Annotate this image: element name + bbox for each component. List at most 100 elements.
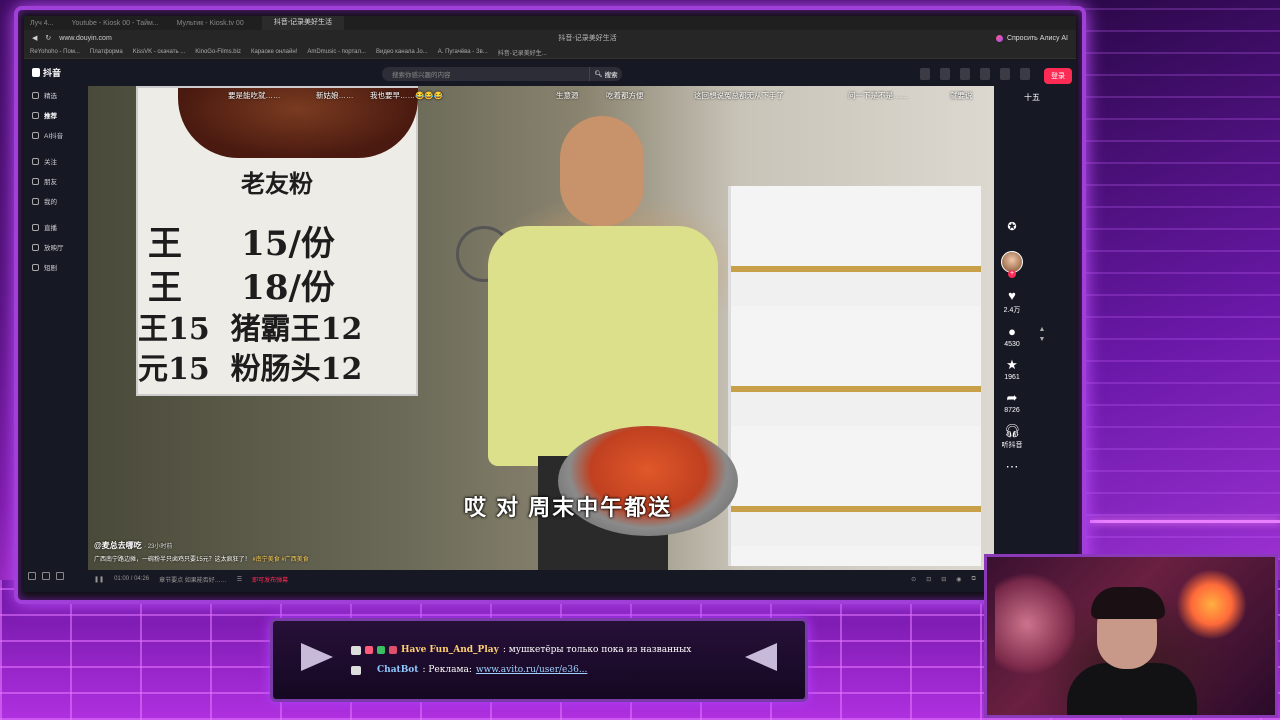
- alice-button[interactable]: Спросить Алису AI: [995, 34, 1068, 42]
- neon-line: [1090, 520, 1280, 523]
- bookmark[interactable]: 抖音-记录美好生...: [498, 48, 547, 57]
- bookmark[interactable]: KinoGo-Films.biz: [195, 49, 241, 55]
- video-author[interactable]: @麦总去哪吃 · 23小时前: [94, 540, 172, 551]
- browser-tab[interactable]: Мультик - Kiosk.tv 00: [177, 20, 244, 27]
- nav-item-follow[interactable]: 关注: [24, 151, 84, 171]
- headphones-icon[interactable]: 🎧︎: [1004, 424, 1021, 438]
- nav-item-shortdrama[interactable]: 短剧: [24, 257, 84, 277]
- url-field[interactable]: www.douyin.com: [59, 35, 179, 42]
- nav-item-mine[interactable]: 我的: [24, 191, 84, 211]
- browser-tab[interactable]: Луч 4...: [30, 20, 54, 27]
- message-icon[interactable]: [1000, 68, 1010, 80]
- bookmark[interactable]: А. Пугачёва - Зв...: [438, 49, 488, 55]
- nav-label: 放映厅: [44, 245, 64, 252]
- author-name[interactable]: @麦总去哪吃: [94, 541, 142, 550]
- autoplay-toggle[interactable]: ⊙: [911, 576, 916, 583]
- speed-button[interactable]: ⊟: [941, 576, 946, 583]
- check-badge-icon: [377, 646, 385, 654]
- share-count: 8726: [1004, 407, 1020, 414]
- search-input[interactable]: 搜索你感兴趣的内容 🔍︎ 搜索: [382, 67, 622, 81]
- hashtag[interactable]: #南宁美食: [252, 557, 279, 563]
- ai-assistant-icon[interactable]: ✪: [1007, 220, 1016, 233]
- nav-item-recommend[interactable]: 推荐: [24, 105, 84, 125]
- nav-label: 直播: [44, 225, 57, 232]
- notification-icon[interactable]: [980, 68, 990, 80]
- heart-badge-icon: [365, 646, 373, 654]
- login-button[interactable]: 登录: [1044, 68, 1072, 84]
- sign-line: 元15 粉肠头12: [138, 352, 363, 387]
- chapter-label[interactable]: 章节要点 如果能否好……: [159, 575, 227, 584]
- browser-tab-active[interactable]: 抖音-记录美好生活: [261, 16, 345, 30]
- fullscreen-icon[interactable]: [42, 572, 50, 580]
- chat-username[interactable]: Have Fun_And_Play: [401, 645, 499, 655]
- douyin-logo[interactable]: 抖音: [24, 60, 84, 85]
- feedback-icon[interactable]: [56, 572, 64, 580]
- client-icon[interactable]: [940, 68, 950, 80]
- chat-link[interactable]: www.avito.ru/user/e36...: [476, 665, 588, 675]
- search-button[interactable]: 🔍︎ 搜索: [589, 67, 622, 81]
- bullet-comment: 我也要早……😂😂😂: [370, 91, 444, 100]
- bookmark[interactable]: Видео канала Jo...: [376, 49, 428, 55]
- bullet-comment: 要是能吃就……: [228, 91, 281, 100]
- nav-label: AI抖音: [44, 133, 64, 140]
- sign-line: 王 15/份: [148, 224, 335, 264]
- play-arrow-left-icon: [301, 643, 333, 671]
- post-time: · 23小时前: [144, 544, 173, 550]
- alice-icon: [995, 34, 1003, 42]
- time-display: 01:00 / 04:26: [114, 576, 150, 582]
- bookmark[interactable]: AmDmusic - портал...: [307, 49, 366, 55]
- video-player[interactable]: 老友粉 王 15/份 王 18/份 王15 猪霸王12 元15 粉肠头12 要是…: [88, 86, 994, 570]
- favorite-icon[interactable]: ★: [1006, 358, 1018, 372]
- chat-text: : мушкетёры только пока из названных: [502, 645, 692, 655]
- friends-icon: [32, 177, 39, 185]
- pip-icon[interactable]: ⧉: [972, 576, 976, 583]
- bookmark[interactable]: Караоке онлайн!: [251, 49, 297, 55]
- follow-icon: [32, 157, 39, 165]
- hashtag[interactable]: #广西美食: [281, 557, 308, 563]
- bookmark[interactable]: Платформа: [90, 49, 123, 55]
- nav-item-friends[interactable]: 朋友: [24, 171, 84, 191]
- chat-username[interactable]: ChatBot: [377, 665, 418, 675]
- streamer-hair: [1091, 587, 1165, 619]
- settings-icon[interactable]: [920, 68, 930, 80]
- comment-icon[interactable]: ●: [1008, 325, 1016, 339]
- streamer-body: [1067, 663, 1197, 715]
- bullet-comment: 问一下是不是……: [848, 91, 908, 100]
- publish-danmaku-button[interactable]: 即可发布弹幕: [252, 575, 288, 584]
- browser-tab-strip: Луч 4... Youtube - Kiosk 00 - Тайм... Му…: [24, 16, 1076, 30]
- pause-icon[interactable]: ❚❚: [94, 576, 104, 583]
- neon-grid-right: [1070, 0, 1280, 560]
- upload-icon[interactable]: [1020, 68, 1030, 80]
- nav-item-live[interactable]: 直播: [24, 217, 84, 237]
- nav-label: 关注: [44, 159, 57, 166]
- like-icon[interactable]: ♥: [1008, 289, 1016, 303]
- bookmark[interactable]: KissVK - скачать ...: [133, 49, 186, 55]
- danmaku-icon[interactable]: ☰: [237, 576, 242, 583]
- episode-label: 十五: [1024, 93, 1040, 102]
- chat-message: Have Fun_And_Play: мушкетёры только пока…: [351, 645, 691, 655]
- nav-item-ai[interactable]: AI抖音: [24, 125, 84, 145]
- bookmark[interactable]: ReYohoho - Пом...: [30, 49, 80, 55]
- nav-label: 推荐: [44, 113, 57, 120]
- page-title: 抖音-记录美好生活: [558, 35, 617, 42]
- more-icon[interactable]: ⋯: [1006, 460, 1019, 474]
- back-icon[interactable]: ◀: [32, 34, 37, 42]
- author-avatar[interactable]: [1001, 251, 1023, 278]
- caption-text: 广西南宁路边摊，一碗粉半只卤鸡只要15元？这太疯狂了！: [94, 557, 251, 563]
- share-icon[interactable]: ➦: [1007, 391, 1018, 405]
- ai-icon: [32, 131, 39, 139]
- foam-boxes: [728, 186, 981, 566]
- settings-icon[interactable]: [28, 572, 36, 580]
- volume-icon[interactable]: ◉: [956, 576, 961, 583]
- sign-line: 老友粉: [241, 169, 313, 198]
- top-action-icons: [920, 68, 1030, 80]
- chevron-up-icon[interactable]: ▲: [1039, 326, 1046, 333]
- wallpaper-icon[interactable]: [960, 68, 970, 80]
- quality-button[interactable]: ⊡: [926, 576, 931, 583]
- nav-item-theater[interactable]: 放映厅: [24, 237, 84, 257]
- chevron-down-icon[interactable]: ▼: [1039, 336, 1046, 343]
- nav-item-featured[interactable]: 精选: [24, 85, 84, 105]
- browser-tab[interactable]: Youtube - Kiosk 00 - Тайм...: [72, 20, 159, 27]
- bullet-comment: 这回想说冤总都无从下手了: [694, 91, 784, 100]
- reload-icon[interactable]: ↻: [45, 34, 51, 42]
